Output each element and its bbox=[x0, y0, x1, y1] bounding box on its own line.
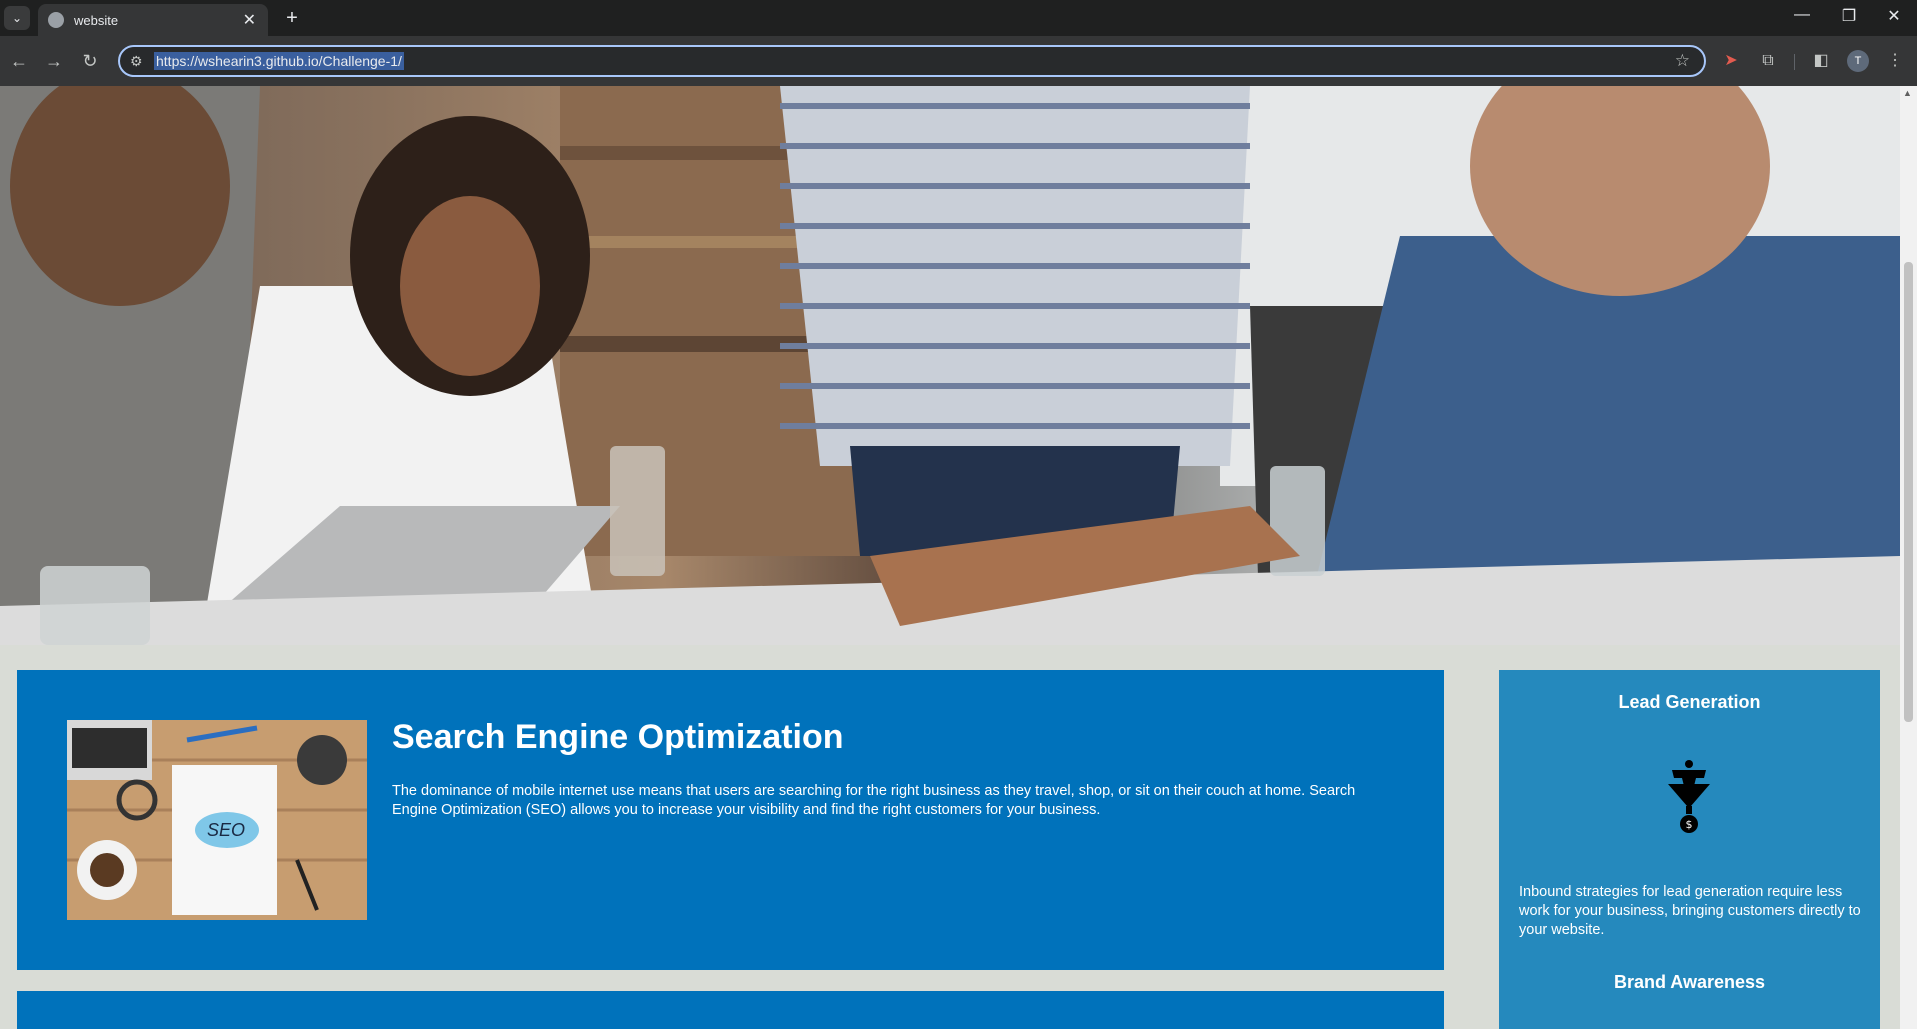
back-icon[interactable]: ← bbox=[7, 49, 31, 73]
seo-image: SEO bbox=[67, 720, 367, 920]
lead-generation-title: Lead Generation bbox=[1618, 692, 1761, 712]
forward-icon[interactable]: → bbox=[42, 49, 66, 73]
url-text[interactable]: https://wshearin3.github.io/Challenge-1/ bbox=[154, 52, 404, 70]
seo-image-label: SEO bbox=[207, 820, 246, 840]
kebab-menu-icon[interactable]: ⋮ bbox=[1882, 48, 1908, 74]
lead-funnel-icon: $ bbox=[1668, 760, 1710, 833]
restore-icon[interactable]: ❐ bbox=[1829, 6, 1869, 26]
close-icon[interactable]: ✕ bbox=[243, 10, 256, 30]
browser-tabstrip: ⌄ website ✕ + — ❐ ✕ bbox=[0, 0, 1917, 36]
scroll-thumb[interactable] bbox=[1904, 262, 1913, 722]
hero-photo-illustration bbox=[0, 86, 1900, 645]
seo-card: SEO Search Engine Optimization The domin… bbox=[17, 670, 1444, 970]
toolbar-divider bbox=[1794, 54, 1795, 70]
new-tab-button[interactable]: + bbox=[280, 6, 304, 30]
scroll-up-icon[interactable]: ▲ bbox=[1903, 88, 1912, 98]
tab-title: website bbox=[74, 12, 119, 28]
browser-tab[interactable]: website ✕ bbox=[38, 4, 268, 36]
tab-search-button[interactable]: ⌄ bbox=[4, 6, 30, 30]
globe-icon bbox=[48, 12, 64, 28]
reload-icon[interactable]: ↻ bbox=[78, 49, 102, 73]
avatar[interactable]: T bbox=[1847, 50, 1869, 72]
seo-text: The dominance of mobile internet use mea… bbox=[392, 783, 1356, 818]
brand-awareness-title: Brand Awareness bbox=[1613, 972, 1766, 992]
site-info-icon[interactable]: ⚙ bbox=[130, 53, 143, 70]
benefits-aside: Lead Generation $ Inbound strategies for… bbox=[1499, 670, 1880, 1029]
extensions-puzzle-icon[interactable]: ⧉ bbox=[1755, 48, 1781, 74]
window-close-icon[interactable]: ✕ bbox=[1874, 6, 1914, 26]
hero-image bbox=[0, 86, 1900, 645]
next-card bbox=[17, 991, 1444, 1029]
page-scrollbar[interactable]: ▲ bbox=[1900, 86, 1917, 1029]
minimize-icon[interactable]: — bbox=[1782, 6, 1822, 24]
chevron-down-icon: ⌄ bbox=[11, 11, 23, 25]
seo-title: Search Engine Optimization bbox=[392, 718, 844, 756]
extension-red-icon[interactable]: ➤ bbox=[1718, 48, 1744, 74]
svg-text:$: $ bbox=[1686, 818, 1693, 831]
address-bar[interactable]: ⚙ https://wshearin3.github.io/Challenge-… bbox=[118, 45, 1706, 77]
browser-toolbar: ← → ↻ ⚙ https://wshearin3.github.io/Chal… bbox=[0, 36, 1917, 86]
side-panel-icon[interactable]: ◧ bbox=[1808, 48, 1834, 74]
lead-generation-text: Inbound strategies for lead generation r… bbox=[1519, 884, 1861, 938]
bookmark-star-icon[interactable]: ☆ bbox=[1675, 51, 1690, 71]
